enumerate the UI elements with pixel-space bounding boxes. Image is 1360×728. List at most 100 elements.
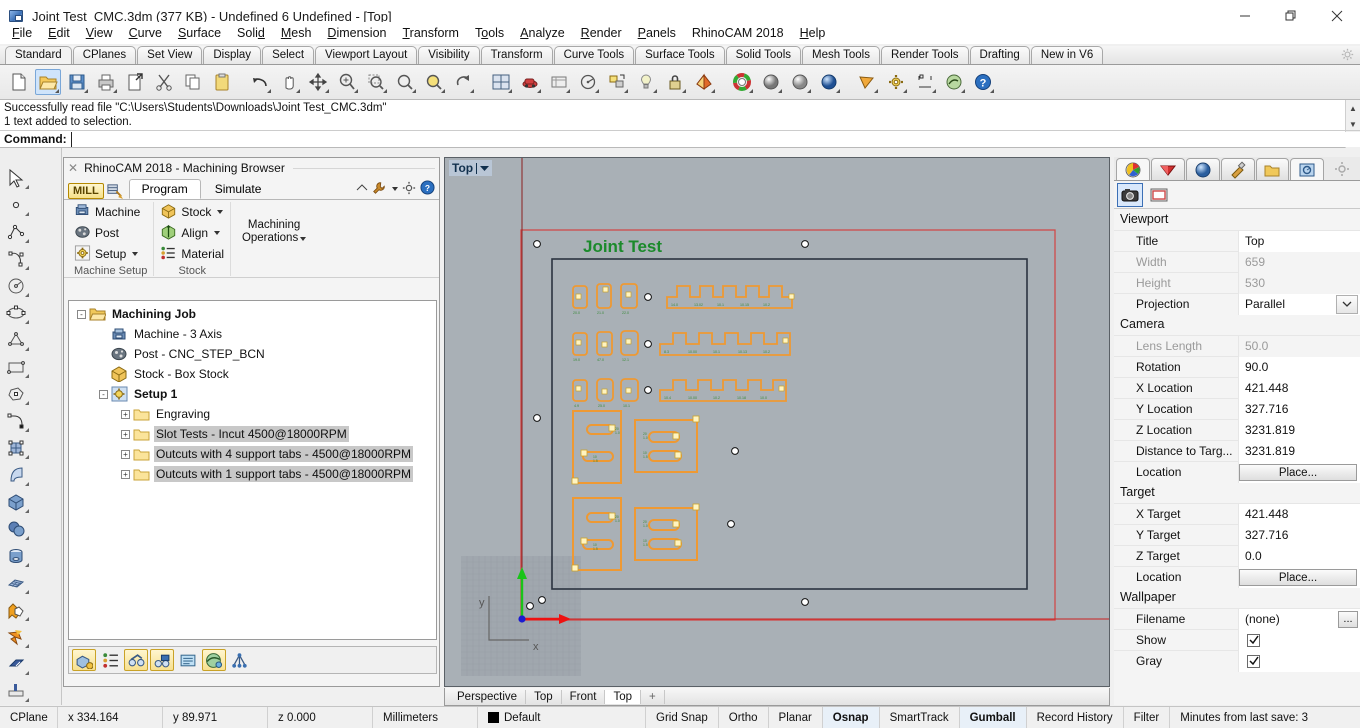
environment-icon[interactable] <box>1185 158 1220 180</box>
split-icon[interactable] <box>0 677 31 704</box>
close-icon[interactable]: ✕ <box>68 161 78 175</box>
pan-icon[interactable] <box>276 69 302 95</box>
tree-node[interactable]: + Outcuts with 1 support tabs - 4500@1800… <box>69 464 436 484</box>
gear-icon[interactable] <box>1325 158 1359 180</box>
viewport-tab-front[interactable]: Front <box>562 689 606 704</box>
viewport-tab-top[interactable]: Top <box>605 689 642 704</box>
mesh-plane-icon[interactable] <box>0 569 31 596</box>
property-value[interactable]: 530 <box>1238 272 1360 294</box>
box-solid-icon[interactable] <box>0 488 31 515</box>
viewport-properties-icon[interactable] <box>1146 183 1172 207</box>
toolbar-tab-solid-tools[interactable]: Solid Tools <box>725 46 801 64</box>
chevron-down-icon[interactable] <box>480 161 490 175</box>
lock-icon[interactable] <box>662 69 688 95</box>
tree-node[interactable]: Stock - Box Stock <box>69 364 436 384</box>
ribbon-setup-button[interactable]: Setup <box>74 244 147 264</box>
ribbon-stock-button[interactable]: Stock <box>160 202 224 222</box>
extrude-surface-icon[interactable] <box>0 461 31 488</box>
shop-docs-icon[interactable] <box>202 649 226 671</box>
toolbar-tab-select[interactable]: Select <box>262 46 315 64</box>
shade-icon[interactable] <box>575 69 601 95</box>
blue-sphere-icon[interactable] <box>816 69 842 95</box>
folder-icon[interactable] <box>1255 158 1290 180</box>
viewport-layout-icon[interactable] <box>488 69 514 95</box>
menu-item-dimension[interactable]: Dimension <box>319 24 394 42</box>
paste-icon[interactable] <box>209 69 235 95</box>
tree-node[interactable]: - Machining Job <box>69 304 436 324</box>
collapse-toggle-icon[interactable]: - <box>99 389 108 399</box>
menu-item-analyze[interactable]: Analyze <box>512 24 572 42</box>
top-viewport[interactable]: Joint Test 20.0 21.0 22.0 14.0 13.02 10.1 10.… <box>444 157 1110 687</box>
environment-icon[interactable] <box>787 69 813 95</box>
render-preview-icon[interactable] <box>546 69 572 95</box>
collapse-icon[interactable] <box>356 182 368 196</box>
undo-icon[interactable] <box>247 69 273 95</box>
export-icon[interactable] <box>122 69 148 95</box>
property-value[interactable]: 3231.819 <box>1238 419 1360 441</box>
osnap-arrow-icon[interactable] <box>854 69 880 95</box>
tree-node[interactable]: Machine - 3 Axis <box>69 324 436 344</box>
status-cell-grid-snap[interactable]: Grid Snap <box>646 706 719 728</box>
operation-list-icon[interactable] <box>98 649 122 671</box>
status-cell-planar[interactable]: Planar <box>769 706 823 728</box>
property-value[interactable]: 0.0 <box>1238 545 1360 567</box>
toolbar-tab-viewport-layout[interactable]: Viewport Layout <box>315 46 418 64</box>
select-arrow-icon[interactable] <box>0 164 31 191</box>
status-cell-smarttrack[interactable]: SmartTrack <box>880 706 960 728</box>
menu-item-view[interactable]: View <box>78 24 121 42</box>
zoom-extents-icon[interactable] <box>392 69 418 95</box>
place-button[interactable]: Place... <box>1239 463 1357 481</box>
layers-icon[interactable] <box>1150 158 1185 180</box>
wrench-icon[interactable] <box>372 181 386 198</box>
chevron-down-icon[interactable] <box>392 187 398 191</box>
expand-toggle-icon[interactable]: + <box>121 449 130 459</box>
ellipse-icon[interactable] <box>0 299 31 326</box>
sphere-solid-icon[interactable] <box>0 515 31 542</box>
cut-icon[interactable] <box>151 69 177 95</box>
scroll-up-icon[interactable]: ▲ <box>1346 100 1360 116</box>
toolbar-tab-mesh-tools[interactable]: Mesh Tools <box>802 46 880 64</box>
dimension-icon[interactable] <box>912 69 938 95</box>
property-value[interactable]: Parallel <box>1238 293 1360 315</box>
toolbar-tab-new-in-v6[interactable]: New in V6 <box>1030 46 1104 64</box>
help-icon[interactable]: ? <box>420 180 435 198</box>
toolbar-tab-display[interactable]: Display <box>203 46 262 64</box>
tree-node[interactable]: + Outcuts with 4 support tabs - 4500@1800… <box>69 444 436 464</box>
display-icon[interactable] <box>1290 158 1325 180</box>
status-cell-cplane[interactable]: CPlane <box>0 706 58 728</box>
viewport-tab-add[interactable]: + <box>641 689 665 704</box>
chevron-down-icon[interactable] <box>217 210 224 214</box>
toolbar-tab-surface-tools[interactable]: Surface Tools <box>635 46 725 64</box>
ribbon-machine-button[interactable]: Machine <box>74 202 147 222</box>
circle-icon[interactable] <box>0 272 31 299</box>
property-value[interactable]: 50.0 <box>1238 335 1360 357</box>
viewport-tab-perspective[interactable]: Perspective <box>449 689 527 704</box>
help-icon[interactable]: ? <box>970 69 996 95</box>
menu-item-surface[interactable]: Surface <box>170 24 229 42</box>
light-icon[interactable] <box>633 69 659 95</box>
expand-toggle-icon[interactable]: + <box>121 409 130 419</box>
place-button[interactable]: Place... <box>1239 568 1357 586</box>
arc-icon[interactable] <box>0 407 31 434</box>
polygon-icon[interactable] <box>0 326 31 353</box>
menu-item-transform[interactable]: Transform <box>394 24 467 42</box>
boolean-split-icon[interactable] <box>0 623 31 650</box>
browse-file-button[interactable]: ... <box>1338 610 1358 628</box>
machining-operations-button[interactable]: Machining Operations <box>237 219 311 245</box>
zoom-window-icon[interactable] <box>363 69 389 95</box>
gumball-icon[interactable] <box>691 69 717 95</box>
polyline-icon[interactable] <box>0 218 31 245</box>
chevron-down-icon[interactable] <box>1336 294 1358 314</box>
menu-item-curve[interactable]: Curve <box>121 24 170 42</box>
tree-node[interactable]: + Engraving <box>69 404 436 424</box>
gear-icon[interactable] <box>402 181 416 198</box>
zoom-in-icon[interactable] <box>334 69 360 95</box>
menu-item-edit[interactable]: Edit <box>40 24 78 42</box>
material-sphere-icon[interactable] <box>758 69 784 95</box>
control-point-curve-icon[interactable] <box>0 245 31 272</box>
menu-item-tools[interactable]: Tools <box>467 24 512 42</box>
checkbox[interactable] <box>1247 633 1260 647</box>
ribbon-material-button[interactable]: Material <box>160 244 224 264</box>
property-value[interactable]: 421.448 <box>1238 503 1360 525</box>
status-cell-millimeters[interactable]: Millimeters <box>373 706 478 728</box>
